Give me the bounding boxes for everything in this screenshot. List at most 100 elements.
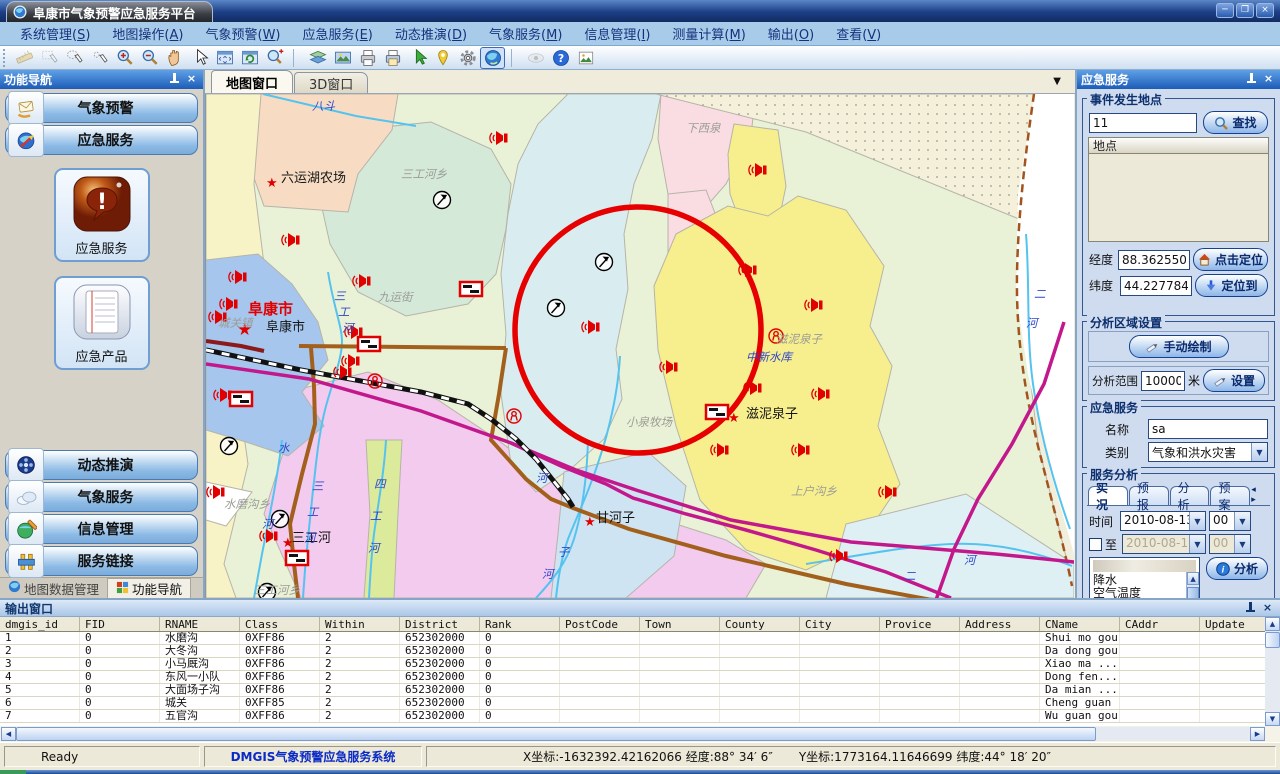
manual-draw-button[interactable]: 手动绘制 bbox=[1129, 335, 1229, 358]
panel-pin-icon[interactable] bbox=[1244, 73, 1259, 86]
v-scroll-thumb[interactable] bbox=[1265, 632, 1280, 648]
map-canvas[interactable]: ★★★★★ 六运湖农场三工河乡下西泉九运街阜康市城关镇阜康市滋泥泉子中新水库滋泥… bbox=[205, 94, 1075, 598]
column-header[interactable]: CAddr bbox=[1120, 617, 1200, 631]
close-button[interactable]: × bbox=[1256, 3, 1274, 18]
pan-icon[interactable] bbox=[162, 47, 187, 69]
menu-item-M[interactable]: 气象服务(M) bbox=[479, 21, 572, 46]
eye-icon[interactable] bbox=[523, 47, 548, 69]
table-row[interactable]: 40东风一小队0XFF8626523020000Dong fen... bbox=[0, 671, 1265, 684]
toolbar-grip[interactable] bbox=[3, 49, 8, 67]
nav-group-bottom-1[interactable]: 气象服务 bbox=[5, 482, 198, 512]
menu-item-W[interactable]: 气象预警(W) bbox=[195, 21, 290, 46]
select-point-icon[interactable] bbox=[87, 47, 112, 69]
analysis-tab-1[interactable]: 预报 bbox=[1129, 486, 1169, 505]
print-preview-icon[interactable] bbox=[380, 47, 405, 69]
menu-item-O[interactable]: 输出(O) bbox=[758, 21, 824, 46]
analysis-tab-0[interactable]: 实况 bbox=[1088, 486, 1128, 505]
output-close-icon[interactable]: × bbox=[1260, 602, 1275, 615]
column-header[interactable]: Within bbox=[320, 617, 400, 631]
output-pin-icon[interactable] bbox=[1243, 602, 1258, 615]
service-type-select[interactable]: 气象和洪水灾害▼ bbox=[1148, 442, 1268, 462]
select-box-icon[interactable] bbox=[37, 47, 62, 69]
table-row[interactable]: 70五官沟0XFF8626523020000Wu guan gou bbox=[0, 710, 1265, 723]
scroll-right-icon[interactable]: ▶ bbox=[1250, 727, 1265, 741]
table-row[interactable]: 20大冬沟0XFF8626523020000Da dong gou bbox=[0, 645, 1265, 658]
nav-pin-icon[interactable] bbox=[167, 73, 182, 86]
scroll-left-icon[interactable]: ◀ bbox=[1, 727, 16, 741]
column-header[interactable]: Class bbox=[240, 617, 320, 631]
nav-shortcut-0[interactable]: !应急服务 bbox=[54, 168, 150, 262]
settings-gear-icon[interactable] bbox=[455, 47, 480, 69]
column-header[interactable]: PostCode bbox=[560, 617, 640, 631]
element-listbox[interactable]: 降水空气温度 ▲ bbox=[1089, 557, 1200, 598]
goto-button[interactable]: 定位到 bbox=[1195, 274, 1268, 297]
column-header[interactable]: Provice bbox=[880, 617, 960, 631]
map-tab-0[interactable]: 地图窗口 bbox=[211, 70, 293, 93]
full-extent-icon[interactable] bbox=[212, 47, 237, 69]
menu-item-I[interactable]: 信息管理(I) bbox=[574, 21, 660, 46]
table-row[interactable]: 50大面场子沟0XFF8626523020000Da mian ... bbox=[0, 684, 1265, 697]
element-item-1[interactable]: 空气温度 bbox=[1090, 587, 1199, 598]
set-button[interactable]: 设置 bbox=[1203, 369, 1265, 392]
menu-item-V[interactable]: 查看(V) bbox=[826, 21, 891, 46]
tab-list-dropdown-icon[interactable]: ▼ bbox=[1053, 76, 1061, 87]
column-header[interactable]: Town bbox=[640, 617, 720, 631]
date-select[interactable]: 2010-08-13▼ bbox=[1120, 511, 1206, 531]
h-scroll-thumb[interactable] bbox=[16, 727, 1096, 741]
place-list[interactable] bbox=[1088, 154, 1269, 242]
column-header[interactable]: District bbox=[400, 617, 480, 631]
date-to-select[interactable]: 2010-08-13▼ bbox=[1122, 534, 1206, 554]
analyze-button[interactable]: i 分析 bbox=[1206, 557, 1268, 580]
hour-to-select[interactable]: 00▼ bbox=[1209, 534, 1251, 554]
nav-group-bottom-0[interactable]: 动态推演 bbox=[5, 450, 198, 480]
refresh-icon[interactable] bbox=[237, 47, 262, 69]
menu-item-M[interactable]: 测量计算(M) bbox=[662, 21, 755, 46]
click-locate-button[interactable]: 点击定位 bbox=[1193, 248, 1268, 271]
table-row[interactable]: 30小马厩沟0XFF8626523020000Xiao ma ... bbox=[0, 658, 1265, 671]
horizontal-scrollbar[interactable]: ◀ ▶ bbox=[1, 726, 1265, 741]
find-button[interactable]: 查找 bbox=[1203, 111, 1268, 134]
zoom-window-icon[interactable] bbox=[262, 47, 287, 69]
nav-group-bottom-3[interactable]: 服务链接 bbox=[5, 546, 198, 576]
analysis-tab-2[interactable]: 分析 bbox=[1170, 486, 1210, 505]
column-header[interactable]: RNAME bbox=[160, 617, 240, 631]
menu-item-A[interactable]: 地图操作(A) bbox=[102, 21, 193, 46]
latitude-input[interactable] bbox=[1120, 276, 1192, 296]
select-arrow-green-icon[interactable] bbox=[405, 47, 430, 69]
analysis-tab-3[interactable]: 预案 bbox=[1210, 486, 1250, 505]
print-icon[interactable] bbox=[355, 47, 380, 69]
longitude-input[interactable] bbox=[1118, 250, 1190, 270]
minimize-button[interactable]: ─ bbox=[1216, 3, 1234, 18]
table-row[interactable]: 60城关0XFF8526523020000Cheng guan bbox=[0, 697, 1265, 710]
zoom-in-icon[interactable] bbox=[112, 47, 137, 69]
to-checkbox[interactable] bbox=[1089, 538, 1102, 551]
map-svg[interactable]: ★★★★★ 六运湖农场三工河乡下西泉九运街阜康市城关镇阜康市滋泥泉子中新水库滋泥… bbox=[206, 94, 1074, 598]
pin-marker-icon[interactable] bbox=[430, 47, 455, 69]
menu-item-E[interactable]: 应急服务(E) bbox=[293, 21, 383, 46]
nav-group-top-0[interactable]: 气象预警 bbox=[5, 93, 198, 123]
map-tab-1[interactable]: 3D窗口 bbox=[294, 72, 368, 93]
column-header[interactable]: Rank bbox=[480, 617, 560, 631]
column-header[interactable]: Address bbox=[960, 617, 1040, 631]
nav-group-top-1[interactable]: 应急服务 bbox=[5, 125, 198, 155]
service-name-input[interactable] bbox=[1148, 419, 1268, 439]
zoom-out-icon[interactable] bbox=[137, 47, 162, 69]
pointer-icon[interactable] bbox=[187, 47, 212, 69]
table-row[interactable]: 10水磨沟0XFF8626523020000Shui mo gou bbox=[0, 632, 1265, 645]
panel-close-icon[interactable]: × bbox=[1261, 73, 1276, 86]
nav-shortcut-1[interactable]: 应急产品 bbox=[54, 276, 150, 370]
column-header[interactable]: Update bbox=[1200, 617, 1265, 631]
scroll-up-icon[interactable]: ▲ bbox=[1187, 572, 1199, 585]
measure-icon[interactable] bbox=[12, 47, 37, 69]
column-header[interactable]: City bbox=[800, 617, 880, 631]
globe-active-icon[interactable] bbox=[480, 47, 505, 69]
select-lasso-icon[interactable] bbox=[62, 47, 87, 69]
hour-select[interactable]: 00▼ bbox=[1209, 511, 1251, 531]
range-input[interactable] bbox=[1141, 371, 1185, 391]
column-header[interactable]: CName bbox=[1040, 617, 1120, 631]
nav-close-icon[interactable]: × bbox=[184, 73, 199, 86]
element-list-scrollbar[interactable]: ▲ bbox=[1186, 572, 1199, 598]
restore-button[interactable]: ❐ bbox=[1236, 3, 1254, 18]
column-header[interactable]: FID bbox=[80, 617, 160, 631]
tab-scroll-icons[interactable]: ◂ ▸ bbox=[1251, 485, 1269, 505]
